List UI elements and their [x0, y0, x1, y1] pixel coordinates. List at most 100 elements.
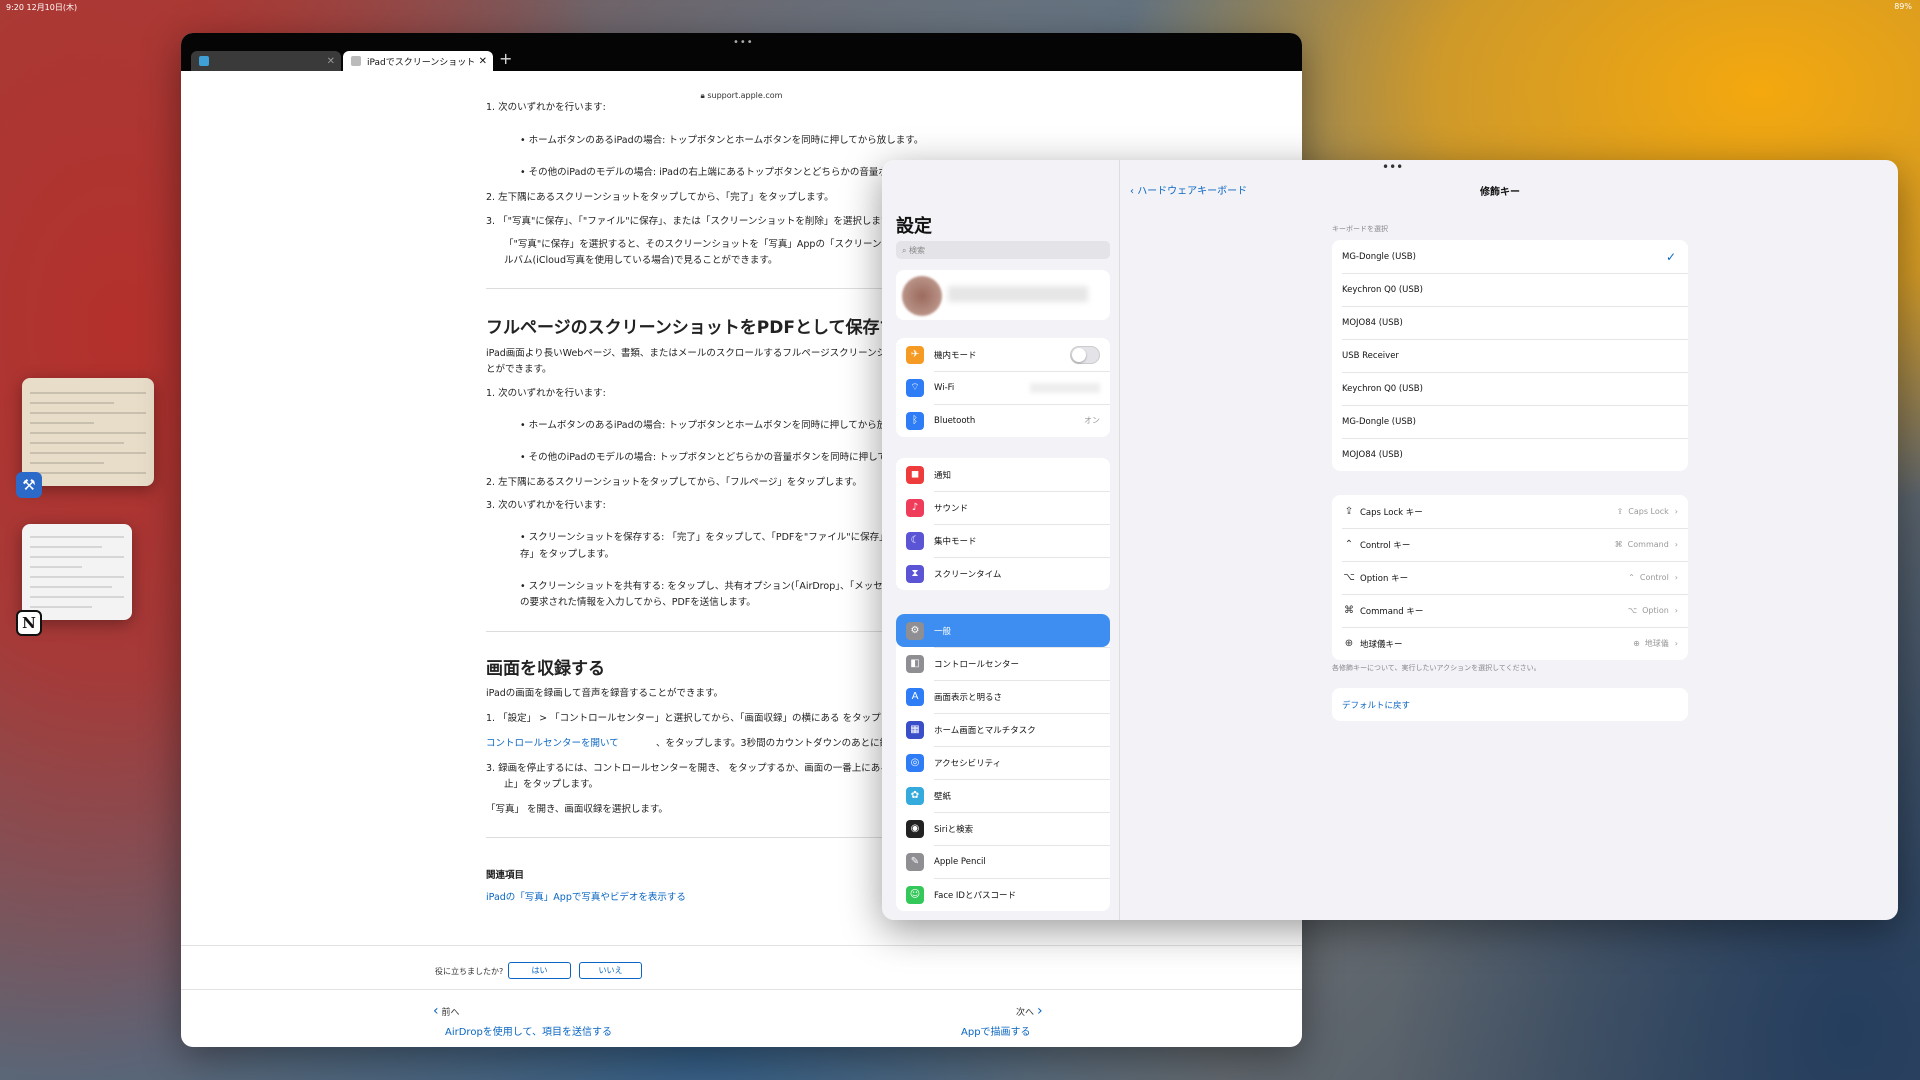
app-thumbnail-xcode[interactable]: [22, 378, 154, 486]
article-line: • スクリーンショットを共有する: をタップし、共有オプション(「AirDrop…: [520, 581, 931, 592]
bluetooth-icon: ᛒ: [906, 411, 924, 430]
modifier-row[interactable]: ⇪ Caps Lock キー ⇪ Caps Lock ›: [1332, 495, 1688, 528]
sidebar-item[interactable]: ⌔ Wi-Fi: [896, 371, 1110, 404]
close-tab-icon[interactable]: ✕: [327, 56, 335, 67]
modifier-value-label: Command: [1627, 540, 1669, 549]
article-line: • ホームボタンのあるiPadの場合: トップボタンとホームボタンを同時に押して…: [520, 135, 924, 146]
sidebar-item-label: Wi-Fi: [934, 382, 955, 393]
back-button[interactable]: ‹ ハードウェアキーボード: [1130, 182, 1247, 197]
chevron-right-icon: ›: [1674, 507, 1678, 516]
modifier-value: ⌥ Option ›: [1628, 606, 1678, 615]
modifier-value-icon: ⇪: [1616, 507, 1624, 516]
next-label: 次へ: [1016, 1008, 1035, 1018]
apple-favicon-icon: [351, 56, 361, 66]
sidebar-item[interactable]: ◧ コントロールセンター: [896, 647, 1110, 680]
settings-group-general: ⚙ 一般 ◧ コントロールセンター A 画面表示と明るさ ▦ ホーム画面とマルチタスク ◎ アクセ…: [896, 614, 1110, 911]
next-page-link[interactable]: 次へ › Appで描画する: [961, 1003, 1043, 1038]
tab-1[interactable]: ✕: [191, 51, 341, 71]
keyboard-row[interactable]: USB Receiver: [1332, 339, 1688, 372]
focus-icon: ☾: [906, 531, 924, 550]
sidebar-item[interactable]: ✿ 壁紙: [896, 779, 1110, 812]
modifier-value-label: Option: [1642, 606, 1669, 615]
keyboard-label: MOJO84 (USB): [1342, 317, 1403, 328]
reset-defaults-button[interactable]: デフォルトに戻す: [1332, 688, 1688, 721]
previous-page-link[interactable]: ‹ 前へ AirDropを使用して、項目を送信する: [433, 1003, 612, 1038]
sidebar-item[interactable]: ☾ 集中モード: [896, 524, 1110, 557]
article-line: とができます。: [486, 364, 552, 375]
feedback-yes-button[interactable]: はい: [508, 962, 571, 979]
keyboard-row[interactable]: Keychron Q0 (USB): [1332, 273, 1688, 306]
back-label: ハードウェアキーボード: [1137, 186, 1248, 197]
checkmark-icon: ✓: [1665, 249, 1676, 264]
wifi-icon: ⌔: [906, 378, 924, 397]
sidebar-item-label: サウンド: [934, 503, 969, 514]
sidebar-item-label: コントロールセンター: [934, 659, 1020, 670]
sidebar-item-label: Bluetooth: [934, 415, 976, 426]
feedback-no-button[interactable]: いいえ: [579, 962, 642, 979]
close-tab-icon[interactable]: ✕: [479, 56, 487, 67]
chevron-right-icon: ›: [1036, 1003, 1043, 1019]
sidebar-item[interactable]: ⧗ スクリーンタイム: [896, 557, 1110, 590]
modifier-label: Control キー: [1360, 540, 1411, 551]
prev-title: AirDropを使用して、項目を送信する: [445, 1027, 612, 1038]
siri-icon: ◉: [906, 819, 924, 838]
sidebar-item[interactable]: ✎ Apple Pencil: [896, 845, 1110, 878]
sidebar-item[interactable]: ◼ 通知: [896, 458, 1110, 491]
search-field[interactable]: ⌕ 検索: [896, 241, 1110, 259]
sidebar-item[interactable]: ♪ サウンド: [896, 491, 1110, 524]
sidebar-item[interactable]: ᛒ Bluetooth オン: [896, 404, 1110, 437]
modifier-row[interactable]: ⌘ Command キー ⌥ Option ›: [1332, 594, 1688, 627]
airplane-mode-toggle[interactable]: [1070, 345, 1100, 364]
article-line: 1. 「設定」 > 「コントロールセンター」と選択してから、「画面収録」の横にあ…: [486, 713, 918, 724]
settings-title: 設定: [896, 216, 932, 237]
sidebar-item[interactable]: ▦ ホーム画面とマルチタスク: [896, 713, 1110, 746]
control-center-icon: ◧: [906, 654, 924, 673]
related-link[interactable]: iPadの「写真」Appで写真やビデオを表示する: [486, 891, 686, 905]
section-heading: フルページのスクリーンショットをPDFとして保存する: [486, 318, 914, 338]
xcode-app-icon[interactable]: ⚒: [16, 472, 42, 498]
modifier-row[interactable]: ⌃ Control キー ⌘ Command ›: [1332, 528, 1688, 561]
modifier-row[interactable]: ⊕ 地球儀キー ⊕ 地球儀 ›: [1332, 627, 1688, 660]
apple-id-profile[interactable]: [896, 270, 1110, 320]
article-line: iPadの画面を録画して音声を録音することができます。: [486, 688, 724, 699]
status-bar: 9:20 12月10日(木) 89%: [0, 0, 1920, 14]
sidebar-item-label: Apple Pencil: [934, 856, 986, 867]
sidebar-item[interactable]: ◉ Siriと検索: [896, 812, 1110, 845]
avatar: [902, 276, 942, 316]
chevron-left-icon: ‹: [1130, 186, 1134, 197]
status-battery: 89%: [1894, 2, 1912, 11]
sidebar-item[interactable]: A 画面表示と明るさ: [896, 680, 1110, 713]
notion-app-icon[interactable]: N: [16, 610, 42, 636]
keyboard-row[interactable]: MG-Dongle (USB) ✓: [1332, 240, 1688, 273]
sidebar-item[interactable]: ☺ Face IDとパスコード: [896, 878, 1110, 911]
sidebar-item-label: アクセシビリティ: [934, 758, 1002, 769]
article-line: 1. 次のいずれかを行います:: [486, 102, 606, 113]
profile-name-redacted: [948, 286, 1088, 302]
window-grabber[interactable]: •••: [733, 37, 754, 48]
keyboard-list: MG-Dongle (USB) ✓ Keychron Q0 (USB) MOJO84 …: [1332, 240, 1688, 471]
article-line: ルバム(iCloud写真を使用している場合)で見ることができます。: [504, 255, 778, 266]
keyboard-row[interactable]: MOJO84 (USB): [1332, 438, 1688, 471]
sidebar-item[interactable]: ◎ アクセシビリティ: [896, 746, 1110, 779]
reset-group: デフォルトに戻す: [1332, 688, 1688, 721]
modifier-value: ⊕ 地球儀 ›: [1633, 638, 1678, 649]
control-center-link[interactable]: コントロールセンターを開いて: [486, 738, 619, 749]
sidebar-item[interactable]: ⚙ 一般: [896, 614, 1110, 647]
chevron-left-icon: ‹: [433, 1003, 439, 1019]
app-thumbnail-notion[interactable]: [22, 524, 132, 620]
sidebar-item[interactable]: ✈ 機内モード: [896, 338, 1110, 371]
keyboard-row[interactable]: MOJO84 (USB): [1332, 306, 1688, 339]
modifier-value: ⌃ Control ›: [1628, 573, 1678, 582]
keyboard-row[interactable]: Keychron Q0 (USB): [1332, 372, 1688, 405]
keyboard-label: Keychron Q0 (USB): [1342, 284, 1423, 295]
search-icon: ⌕: [902, 246, 907, 255]
modifier-value-label: 地球儀: [1644, 639, 1669, 648]
new-tab-button[interactable]: +: [499, 49, 512, 68]
keyboard-row[interactable]: MG-Dongle (USB): [1332, 405, 1688, 438]
tab-2[interactable]: iPadでスクリーンショット ✕: [343, 51, 493, 71]
notifications-icon: ◼: [906, 465, 924, 484]
modifier-row[interactable]: ⌥ Option キー ⌃ Control ›: [1332, 561, 1688, 594]
divider: [181, 945, 1302, 946]
address-bar[interactable]: 🔒︎ support.apple.com: [181, 91, 1302, 101]
sidebar-item-label: Siriと検索: [934, 824, 974, 835]
